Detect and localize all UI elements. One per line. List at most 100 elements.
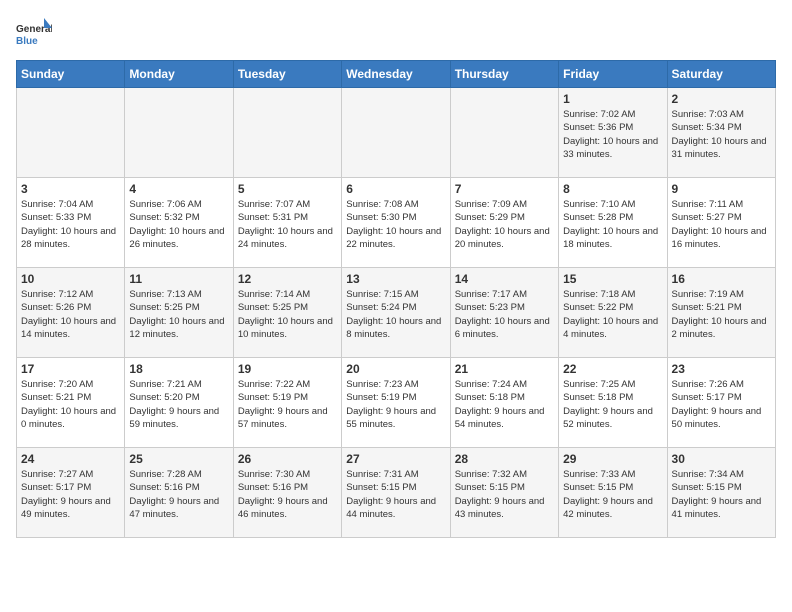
calendar-day-cell: 29 Sunrise: 7:33 AM Sunset: 5:15 PM Dayli… bbox=[559, 448, 667, 538]
day-number: 27 bbox=[346, 452, 445, 466]
day-number: 3 bbox=[21, 182, 120, 196]
calendar-day-cell: 23Sunrise: 7:26 AM Sunset: 5:17 PM Dayli… bbox=[667, 358, 775, 448]
day-number: 11 bbox=[129, 272, 228, 286]
day-number: 17 bbox=[21, 362, 120, 376]
day-info: Sunrise: 7:14 AM Sunset: 5:25 PM Dayligh… bbox=[238, 288, 337, 341]
calendar-week-row: 17 Sunrise: 7:20 AM Sunset: 5:21 PM Dayli… bbox=[17, 358, 776, 448]
calendar-day-cell: 16 Sunrise: 7:19 AM Sunset: 5:21 PM Dayli… bbox=[667, 268, 775, 358]
day-number: 2 bbox=[672, 92, 771, 106]
calendar-day-cell: 20 Sunrise: 7:23 AM Sunset: 5:19 PM Dayli… bbox=[342, 358, 450, 448]
day-info: Sunrise: 7:13 AM Sunset: 5:25 PM Dayligh… bbox=[129, 288, 228, 341]
logo: GeneralBlue bbox=[16, 16, 52, 52]
day-info: Sunrise: 7:09 AM Sunset: 5:29 PM Dayligh… bbox=[455, 198, 554, 251]
calendar-day-cell: 4 Sunrise: 7:06 AM Sunset: 5:32 PM Daylig… bbox=[125, 178, 233, 268]
day-info: Sunrise: 7:17 AM Sunset: 5:23 PM Dayligh… bbox=[455, 288, 554, 341]
day-info: Sunrise: 7:33 AM Sunset: 5:15 PM Dayligh… bbox=[563, 468, 662, 521]
day-info: Sunrise: 7:08 AM Sunset: 5:30 PM Dayligh… bbox=[346, 198, 445, 251]
calendar-day-cell: 12 Sunrise: 7:14 AM Sunset: 5:25 PM Dayli… bbox=[233, 268, 341, 358]
calendar-day-cell: 7 Sunrise: 7:09 AM Sunset: 5:29 PM Daylig… bbox=[450, 178, 558, 268]
calendar-day-cell: 24Sunrise: 7:27 AM Sunset: 5:17 PM Dayli… bbox=[17, 448, 125, 538]
day-info: Sunrise: 7:02 AM Sunset: 5:36 PM Dayligh… bbox=[563, 108, 662, 161]
weekday-header: Thursday bbox=[450, 61, 558, 88]
day-info: Sunrise: 7:24 AM Sunset: 5:18 PM Dayligh… bbox=[455, 378, 554, 431]
day-info: Sunrise: 7:30 AM Sunset: 5:16 PM Dayligh… bbox=[238, 468, 337, 521]
svg-text:Blue: Blue bbox=[16, 36, 38, 47]
calendar-table: SundayMondayTuesdayWednesdayThursdayFrid… bbox=[16, 60, 776, 538]
day-number: 20 bbox=[346, 362, 445, 376]
day-number: 25 bbox=[129, 452, 228, 466]
calendar-day-cell: 13 Sunrise: 7:15 AM Sunset: 5:24 PM Dayli… bbox=[342, 268, 450, 358]
day-number: 21 bbox=[455, 362, 554, 376]
calendar-day-cell bbox=[233, 88, 341, 178]
day-info: Sunrise: 7:18 AM Sunset: 5:22 PM Dayligh… bbox=[563, 288, 662, 341]
calendar-day-cell: 22Sunrise: 7:25 AM Sunset: 5:18 PM Dayli… bbox=[559, 358, 667, 448]
day-number: 9 bbox=[672, 182, 771, 196]
day-info: Sunrise: 7:03 AM Sunset: 5:34 PM Dayligh… bbox=[672, 108, 771, 161]
day-number: 1 bbox=[563, 92, 662, 106]
weekday-header: Friday bbox=[559, 61, 667, 88]
calendar-day-cell: 17 Sunrise: 7:20 AM Sunset: 5:21 PM Dayli… bbox=[17, 358, 125, 448]
day-info: Sunrise: 7:26 AM Sunset: 5:17 PM Dayligh… bbox=[672, 378, 771, 431]
calendar-day-cell: 19 Sunrise: 7:22 AM Sunset: 5:19 PM Dayli… bbox=[233, 358, 341, 448]
day-number: 29 bbox=[563, 452, 662, 466]
weekday-header: Sunday bbox=[17, 61, 125, 88]
calendar-day-cell: 1 Sunrise: 7:02 AM Sunset: 5:36 PM Daylig… bbox=[559, 88, 667, 178]
day-info: Sunrise: 7:06 AM Sunset: 5:32 PM Dayligh… bbox=[129, 198, 228, 251]
calendar-day-cell bbox=[17, 88, 125, 178]
day-info: Sunrise: 7:27 AM Sunset: 5:17 PM Dayligh… bbox=[21, 468, 120, 521]
weekday-header: Tuesday bbox=[233, 61, 341, 88]
page-header: GeneralBlue bbox=[16, 16, 776, 52]
calendar-day-cell: 27 Sunrise: 7:31 AM Sunset: 5:15 PM Dayli… bbox=[342, 448, 450, 538]
day-number: 5 bbox=[238, 182, 337, 196]
day-number: 6 bbox=[346, 182, 445, 196]
day-number: 19 bbox=[238, 362, 337, 376]
day-info: Sunrise: 7:22 AM Sunset: 5:19 PM Dayligh… bbox=[238, 378, 337, 431]
day-info: Sunrise: 7:11 AM Sunset: 5:27 PM Dayligh… bbox=[672, 198, 771, 251]
day-info: Sunrise: 7:15 AM Sunset: 5:24 PM Dayligh… bbox=[346, 288, 445, 341]
day-number: 18 bbox=[129, 362, 228, 376]
calendar-day-cell bbox=[342, 88, 450, 178]
calendar-day-cell: 11 Sunrise: 7:13 AM Sunset: 5:25 PM Dayli… bbox=[125, 268, 233, 358]
calendar-day-cell: 2 Sunrise: 7:03 AM Sunset: 5:34 PM Daylig… bbox=[667, 88, 775, 178]
calendar-day-cell: 15 Sunrise: 7:18 AM Sunset: 5:22 PM Dayli… bbox=[559, 268, 667, 358]
day-number: 15 bbox=[563, 272, 662, 286]
calendar-day-cell: 8 Sunrise: 7:10 AM Sunset: 5:28 PM Daylig… bbox=[559, 178, 667, 268]
day-info: Sunrise: 7:31 AM Sunset: 5:15 PM Dayligh… bbox=[346, 468, 445, 521]
calendar-day-cell: 5 Sunrise: 7:07 AM Sunset: 5:31 PM Daylig… bbox=[233, 178, 341, 268]
calendar-day-cell: 28Sunrise: 7:32 AM Sunset: 5:15 PM Dayli… bbox=[450, 448, 558, 538]
calendar-day-cell: 14 Sunrise: 7:17 AM Sunset: 5:23 PM Dayli… bbox=[450, 268, 558, 358]
day-number: 13 bbox=[346, 272, 445, 286]
day-info: Sunrise: 7:21 AM Sunset: 5:20 PM Dayligh… bbox=[129, 378, 228, 431]
day-number: 8 bbox=[563, 182, 662, 196]
calendar-day-cell: 3 Sunrise: 7:04 AM Sunset: 5:33 PM Daylig… bbox=[17, 178, 125, 268]
day-info: Sunrise: 7:20 AM Sunset: 5:21 PM Dayligh… bbox=[21, 378, 120, 431]
calendar-day-cell: 18 Sunrise: 7:21 AM Sunset: 5:20 PM Dayli… bbox=[125, 358, 233, 448]
day-info: Sunrise: 7:19 AM Sunset: 5:21 PM Dayligh… bbox=[672, 288, 771, 341]
day-info: Sunrise: 7:07 AM Sunset: 5:31 PM Dayligh… bbox=[238, 198, 337, 251]
day-number: 7 bbox=[455, 182, 554, 196]
calendar-day-cell bbox=[125, 88, 233, 178]
calendar-day-cell: 10Sunrise: 7:12 AM Sunset: 5:26 PM Dayli… bbox=[17, 268, 125, 358]
calendar-day-cell: 30Sunrise: 7:34 AM Sunset: 5:15 PM Dayli… bbox=[667, 448, 775, 538]
weekday-header: Monday bbox=[125, 61, 233, 88]
calendar-week-row: 10Sunrise: 7:12 AM Sunset: 5:26 PM Dayli… bbox=[17, 268, 776, 358]
day-info: Sunrise: 7:12 AM Sunset: 5:26 PM Dayligh… bbox=[21, 288, 120, 341]
logo-icon: GeneralBlue bbox=[16, 16, 52, 52]
day-number: 26 bbox=[238, 452, 337, 466]
day-info: Sunrise: 7:23 AM Sunset: 5:19 PM Dayligh… bbox=[346, 378, 445, 431]
day-number: 28 bbox=[455, 452, 554, 466]
calendar-week-row: 1 Sunrise: 7:02 AM Sunset: 5:36 PM Daylig… bbox=[17, 88, 776, 178]
day-number: 14 bbox=[455, 272, 554, 286]
day-number: 4 bbox=[129, 182, 228, 196]
calendar-week-row: 24Sunrise: 7:27 AM Sunset: 5:17 PM Dayli… bbox=[17, 448, 776, 538]
calendar-day-cell: 9 Sunrise: 7:11 AM Sunset: 5:27 PM Daylig… bbox=[667, 178, 775, 268]
day-info: Sunrise: 7:34 AM Sunset: 5:15 PM Dayligh… bbox=[672, 468, 771, 521]
day-info: Sunrise: 7:28 AM Sunset: 5:16 PM Dayligh… bbox=[129, 468, 228, 521]
day-info: Sunrise: 7:04 AM Sunset: 5:33 PM Dayligh… bbox=[21, 198, 120, 251]
day-number: 12 bbox=[238, 272, 337, 286]
calendar-day-cell: 6 Sunrise: 7:08 AM Sunset: 5:30 PM Daylig… bbox=[342, 178, 450, 268]
day-number: 16 bbox=[672, 272, 771, 286]
day-info: Sunrise: 7:10 AM Sunset: 5:28 PM Dayligh… bbox=[563, 198, 662, 251]
calendar-day-cell bbox=[450, 88, 558, 178]
weekday-header: Saturday bbox=[667, 61, 775, 88]
